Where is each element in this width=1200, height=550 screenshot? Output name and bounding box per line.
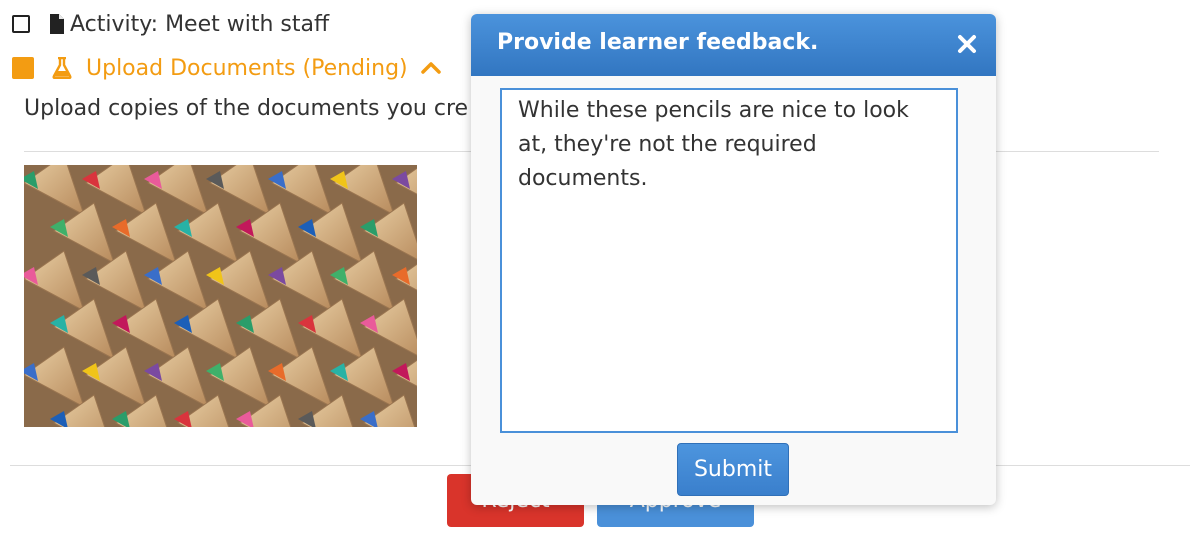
- close-icon[interactable]: [955, 32, 979, 56]
- document-icon: [50, 14, 64, 34]
- submitted-pencils-image: [24, 165, 417, 427]
- activity-label[interactable]: Upload Documents (Pending): [86, 56, 408, 81]
- activity-row-meet-staff: Activity: Meet with staff: [12, 8, 329, 40]
- modal-title: Provide learner feedback.: [497, 30, 819, 55]
- feedback-textarea[interactable]: While these pencils are nice to look at,…: [500, 88, 958, 433]
- activity-row-upload-documents: Upload Documents (Pending): [12, 52, 442, 84]
- activity-label[interactable]: Activity: Meet with staff: [70, 12, 329, 37]
- pending-status-indicator: [12, 57, 34, 79]
- activity-checkbox[interactable]: [12, 15, 30, 33]
- chevron-up-icon[interactable]: [420, 57, 442, 79]
- submit-button[interactable]: Submit: [677, 443, 789, 496]
- flask-icon: [52, 57, 72, 79]
- modal-header: Provide learner feedback.: [471, 14, 996, 76]
- feedback-modal: Provide learner feedback. While these pe…: [471, 14, 996, 505]
- task-description: Upload copies of the documents you cre: [24, 96, 469, 121]
